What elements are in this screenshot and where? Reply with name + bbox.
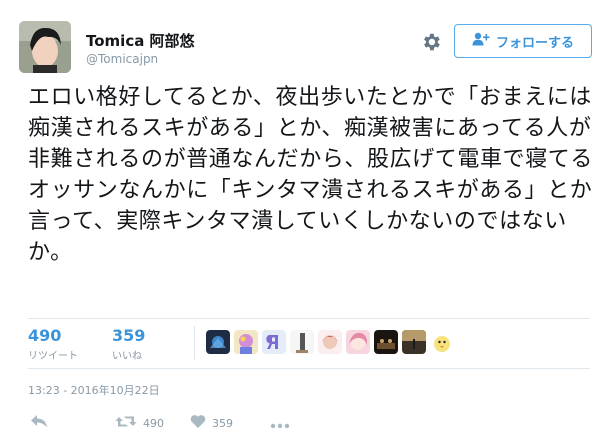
reply-icon: [30, 414, 48, 433]
heart-icon: [190, 414, 206, 433]
stats-divider-bottom: [28, 368, 590, 369]
follow-button-label: フォローする: [495, 35, 574, 51]
stats-separator: [194, 326, 195, 360]
like-button[interactable]: 359: [190, 414, 233, 433]
reply-button[interactable]: [30, 414, 48, 433]
liker-avatar[interactable]: [290, 330, 314, 354]
retweets-label: リツイート: [28, 351, 78, 362]
like-count: 359: [212, 417, 233, 430]
liker-avatar[interactable]: [374, 330, 398, 354]
avatar[interactable]: [19, 21, 71, 73]
follow-button[interactable]: フォローする: [454, 24, 592, 58]
retweets-stat[interactable]: 490 リツイート: [28, 326, 78, 362]
author-name[interactable]: Tomica 阿部悠: [86, 30, 195, 51]
tweet-text: エロい格好してるとか、夜出歩いたとかで「おまえには痴漢されるスキがある」とか、痴…: [28, 85, 594, 265]
liker-avatar[interactable]: [318, 330, 342, 354]
retweet-count: 490: [143, 417, 164, 430]
stats-divider-top: [28, 318, 590, 319]
liker-avatar[interactable]: [206, 330, 230, 354]
liker-avatar[interactable]: [262, 330, 286, 354]
likes-label: いいね: [112, 351, 142, 362]
likes-count: 359: [112, 326, 146, 345]
likes-stat[interactable]: 359 いいね: [112, 326, 145, 362]
tweet-timestamp[interactable]: 13:23 - 2016年10月22日: [28, 382, 160, 398]
retweet-icon: [115, 414, 137, 433]
more-button[interactable]: [270, 414, 290, 433]
add-user-icon: [472, 32, 490, 50]
liker-avatar[interactable]: [402, 330, 426, 354]
avatar-image: [19, 21, 71, 73]
liker-avatars: [206, 330, 454, 354]
more-icon: [270, 414, 290, 433]
gear-icon[interactable]: [420, 31, 442, 53]
retweets-count: 490: [28, 326, 62, 345]
retweet-button[interactable]: 490: [115, 414, 164, 433]
liker-avatar[interactable]: [430, 330, 454, 354]
liker-avatar[interactable]: [346, 330, 370, 354]
author-handle[interactable]: @Tomicajpn: [86, 52, 158, 66]
liker-avatar[interactable]: [234, 330, 258, 354]
